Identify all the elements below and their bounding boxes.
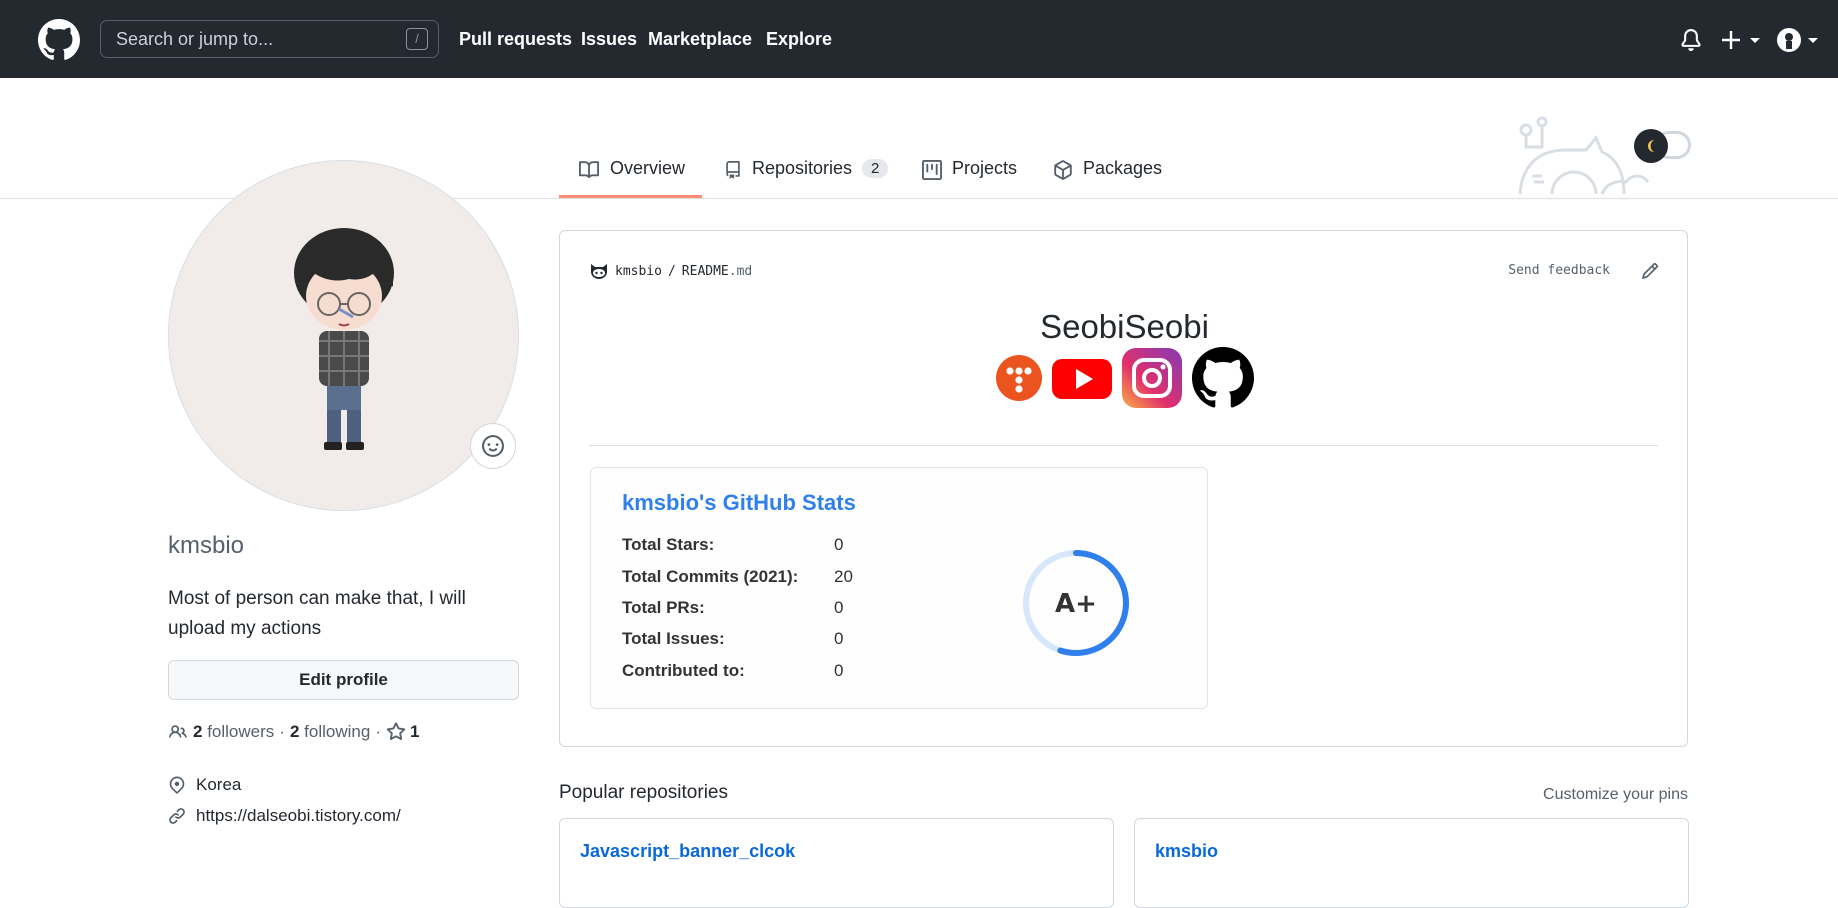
readme-heading: SeobiSeobi: [1040, 308, 1209, 345]
search-input[interactable]: Search or jump to... /: [100, 20, 439, 58]
send-feedback-link[interactable]: Send feedback: [1508, 263, 1610, 278]
repo-icon: [726, 161, 740, 179]
notifications-bell-icon[interactable]: [1680, 28, 1702, 52]
stats-value-contributed: 0: [834, 661, 844, 680]
tistory-icon[interactable]: [996, 355, 1042, 401]
github-icon[interactable]: [1192, 347, 1254, 409]
followers-link[interactable]: 2 followers: [193, 722, 274, 742]
followers-label: followers: [207, 722, 275, 741]
following-count: 2: [289, 722, 300, 741]
stats-label-issues: Total Issues:: [622, 629, 725, 648]
star-icon: [386, 722, 406, 741]
book-icon: [579, 161, 600, 179]
separator-dot: ·: [375, 722, 381, 741]
stats-label-stars: Total Stars:: [622, 535, 715, 554]
readme-path: kmsbio / README.md: [589, 262, 752, 280]
readme-filename: README: [681, 263, 729, 279]
stats-value-prs: 0: [834, 598, 844, 617]
followers-count: 2: [193, 722, 203, 741]
theme-toggle-knob[interactable]: [1634, 129, 1668, 163]
follow-stats: 2 followers · 2 following · 1: [168, 722, 419, 742]
pinned-repo-card[interactable]: kmsbio: [1134, 818, 1689, 908]
stats-value-issues: 0: [834, 629, 844, 648]
nav-pull-requests[interactable]: Pull requests: [459, 0, 572, 78]
link-icon: [169, 808, 185, 824]
tab-repositories-label: Repositories: [752, 158, 853, 178]
stats-label-commits: Total Commits (2021):: [622, 567, 799, 586]
popular-repos-title: Popular repositories: [559, 782, 728, 803]
nav-explore[interactable]: Explore: [766, 0, 832, 78]
path-separator: /: [667, 263, 676, 279]
edit-pencil-icon[interactable]: [1641, 262, 1659, 280]
readme-owner-link[interactable]: kmsbio: [615, 264, 662, 279]
profile-username: kmsbio: [168, 532, 245, 559]
nav-marketplace[interactable]: Marketplace: [648, 0, 752, 78]
octoface-icon: [591, 264, 607, 279]
stats-title: kmsbio's GitHub Stats: [622, 490, 856, 515]
social-badges: [996, 347, 1254, 409]
following-label: following: [304, 722, 371, 741]
top-header: Search or jump to... / Pull requests Iss…: [0, 0, 1838, 78]
people-icon: [169, 725, 187, 738]
pinned-repo-link[interactable]: kmsbio: [1155, 841, 1218, 862]
website-link[interactable]: https://dalseobi.tistory.com/: [196, 806, 401, 826]
youtube-icon[interactable]: [1052, 355, 1112, 401]
package-icon: [1054, 160, 1072, 180]
stars-count: 1: [410, 722, 420, 741]
rank-grade: A+: [1055, 589, 1097, 619]
tab-overview[interactable]: Overview: [559, 148, 702, 198]
tab-packages-label: Packages: [1083, 158, 1163, 178]
tab-projects-label: Projects: [952, 158, 1018, 178]
instagram-icon[interactable]: [1122, 348, 1182, 408]
github-logo-icon[interactable]: [38, 19, 80, 61]
moon-icon: [1648, 140, 1654, 152]
edit-profile-button[interactable]: Edit profile: [168, 660, 519, 700]
repositories-count-badge: 2: [862, 159, 889, 178]
tab-overview-label: Overview: [610, 158, 686, 178]
chibi-character-avatar-icon: [294, 228, 394, 450]
readme-divider: [589, 445, 1658, 446]
profile-location: Korea: [168, 775, 241, 795]
following-link[interactable]: 2 following: [290, 722, 370, 742]
create-new-plus-icon[interactable]: [1722, 28, 1762, 52]
set-status-button[interactable]: [470, 423, 516, 469]
profile-avatar[interactable]: [168, 160, 519, 511]
customize-pins-link[interactable]: Customize your pins: [1543, 786, 1688, 804]
separator-dot: ·: [279, 722, 285, 741]
readme-extension: .md: [728, 263, 753, 279]
stars-link[interactable]: 1: [386, 722, 419, 742]
tab-packages[interactable]: Packages: [1053, 148, 1162, 198]
stats-value-commits: 20: [834, 567, 853, 586]
rank-circle: A+: [1023, 550, 1129, 656]
smiley-icon: [482, 435, 504, 457]
nav-issues[interactable]: Issues: [581, 0, 637, 78]
profile-bio: Most of person can make that, I will upl…: [168, 588, 466, 639]
tab-repositories[interactable]: Repositories 2: [724, 148, 889, 198]
search-shortcut-key: /: [406, 28, 428, 50]
github-stats-card: kmsbio's GitHub Stats Total Stars: 0 Tot…: [590, 467, 1208, 709]
pinned-repo-link[interactable]: Javascript_banner_clcok: [580, 841, 795, 862]
location-text: Korea: [196, 775, 242, 794]
stats-label-contributed: Contributed to:: [622, 661, 745, 680]
stats-value-stars: 0: [834, 535, 844, 554]
tab-projects[interactable]: Projects: [922, 148, 1017, 198]
profile-website: https://dalseobi.tistory.com/: [168, 806, 401, 826]
project-board-icon: [922, 160, 942, 180]
stats-label-prs: Total PRs:: [622, 598, 705, 617]
user-avatar-menu-icon[interactable]: [1776, 27, 1822, 53]
pinned-repo-card[interactable]: Javascript_banner_clcok: [559, 818, 1114, 908]
search-placeholder: Search or jump to...: [116, 29, 274, 49]
location-pin-icon: [169, 776, 185, 794]
